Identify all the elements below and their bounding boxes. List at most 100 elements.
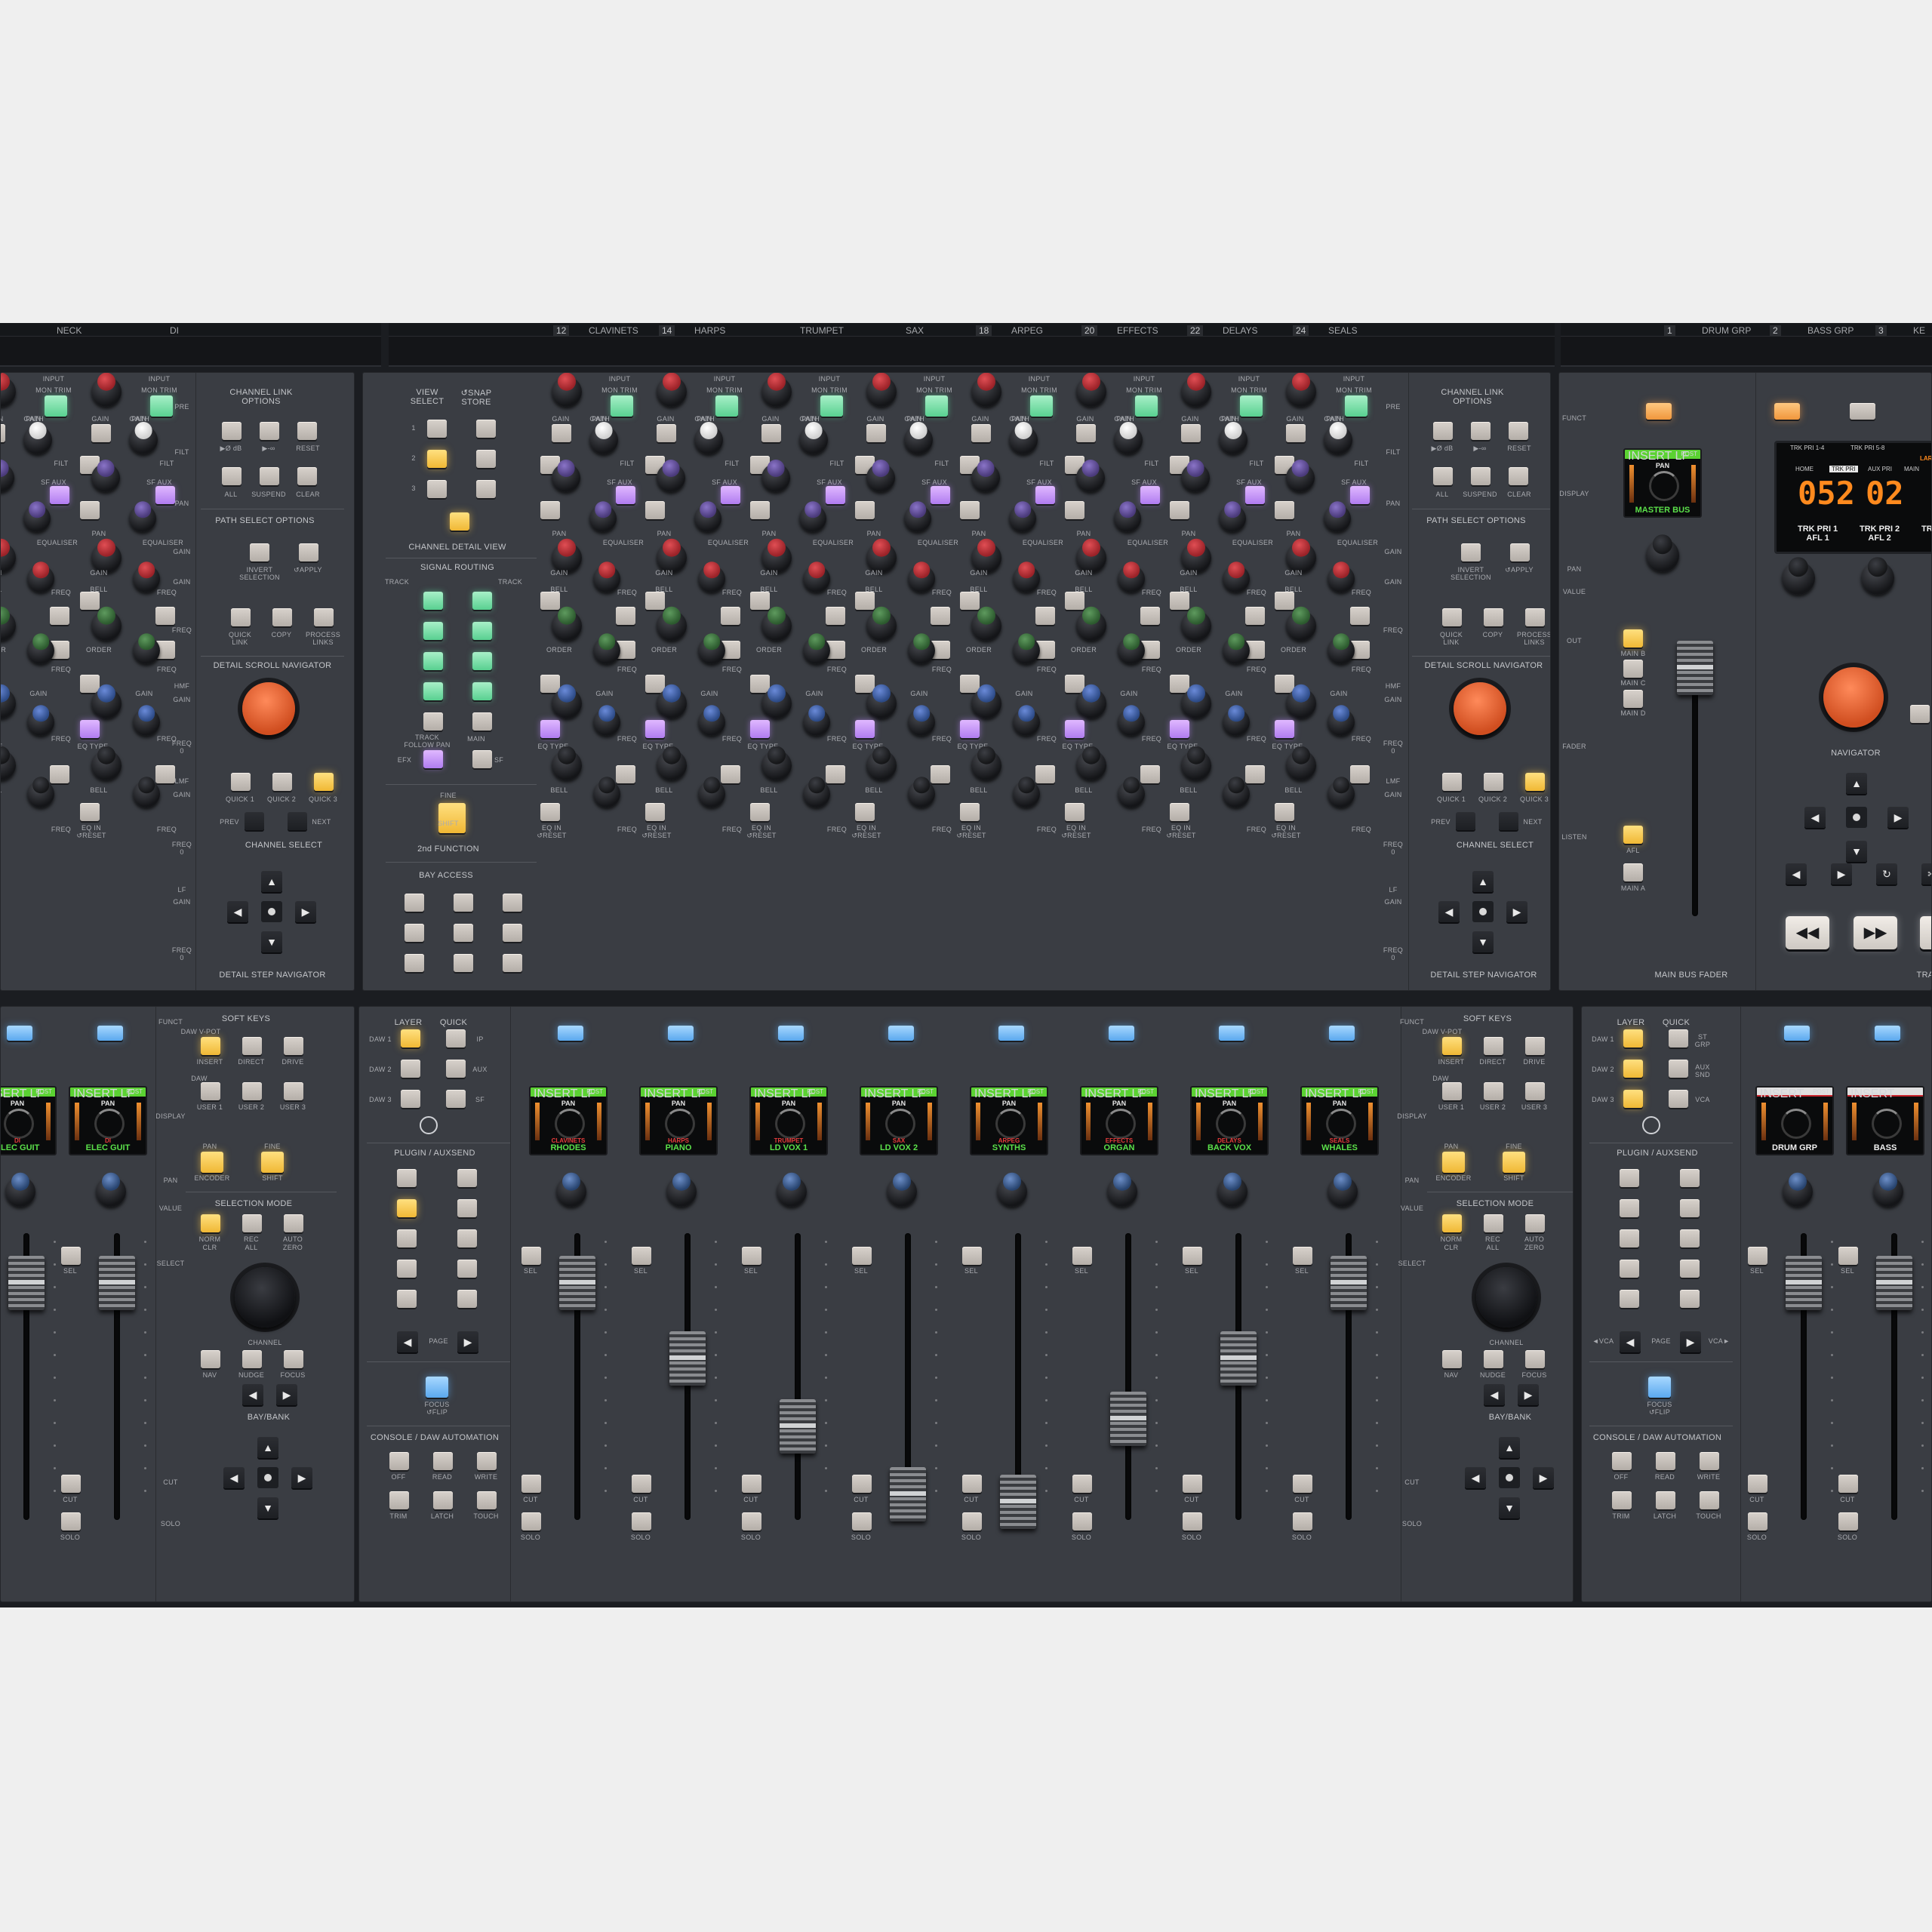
- lf-button[interactable]: [1140, 765, 1160, 783]
- right-arrow-icon[interactable]: ▶: [1506, 901, 1527, 922]
- bay-access-button-5[interactable]: [503, 924, 522, 942]
- hf-bell-button[interactable]: [540, 592, 560, 610]
- lf-gain-knob[interactable]: [1076, 750, 1106, 780]
- routing-track-button-2[interactable]: [423, 652, 443, 670]
- eq-in-button[interactable]: [1170, 803, 1189, 821]
- aux-on-button[interactable]: [750, 501, 770, 519]
- solo-button[interactable]: [962, 1512, 982, 1531]
- aux-on-button[interactable]: [80, 501, 100, 519]
- channel-link-button-1[interactable]: [260, 422, 279, 440]
- hf-bell-button[interactable]: [855, 592, 875, 610]
- channel-link-button-2[interactable]: [1509, 422, 1528, 440]
- plugin-button-5[interactable]: [397, 1229, 417, 1247]
- channel-link-button-0[interactable]: [222, 422, 242, 440]
- left-arrow-icon[interactable]: ◀: [227, 901, 248, 922]
- hf-gain-knob[interactable]: [91, 543, 122, 573]
- lf-gain-knob[interactable]: [866, 750, 897, 780]
- layer-daw3-button[interactable]: [1623, 1090, 1643, 1108]
- eq-button[interactable]: [616, 607, 635, 625]
- channel-funct-button[interactable]: [7, 1026, 32, 1041]
- pan-knob[interactable]: [1009, 505, 1036, 532]
- hf-freq-knob[interactable]: [593, 565, 620, 592]
- shift-button[interactable]: [438, 803, 466, 833]
- mon-trim-button[interactable]: [1345, 395, 1367, 417]
- mon-trim-button[interactable]: [1030, 395, 1053, 417]
- lf-button[interactable]: [155, 765, 175, 783]
- hmf-gain-knob[interactable]: [1, 611, 16, 641]
- prev-button[interactable]: [1456, 812, 1475, 830]
- link-option-button-1[interactable]: [260, 467, 279, 485]
- lf-button[interactable]: [1245, 765, 1265, 783]
- eq-type-button[interactable]: [645, 720, 665, 738]
- hmf-freq-knob[interactable]: [27, 637, 54, 664]
- cut-button[interactable]: [632, 1475, 651, 1493]
- lmf-gain-knob[interactable]: [657, 688, 687, 718]
- cut-button[interactable]: [1293, 1475, 1312, 1493]
- input-gain-knob[interactable]: [866, 377, 897, 407]
- eq-in-button[interactable]: [80, 803, 100, 821]
- aux-on-button[interactable]: [645, 501, 665, 519]
- hpf-knob[interactable]: [1114, 426, 1143, 454]
- detail-scroll-knob[interactable]: [242, 682, 295, 735]
- lf-gain-knob[interactable]: [761, 750, 792, 780]
- hf-gain-knob[interactable]: [1, 543, 16, 573]
- quick-daw3-button[interactable]: [446, 1090, 466, 1108]
- plugin-button-6[interactable]: [457, 1229, 477, 1247]
- lf-freq-knob[interactable]: [1327, 780, 1355, 808]
- view-select-button-3[interactable]: [427, 480, 447, 498]
- channel-encoder-knob[interactable]: [5, 1177, 35, 1207]
- channel-select-button[interactable]: [1838, 1247, 1858, 1265]
- channel-encoder-knob[interactable]: [666, 1177, 697, 1207]
- nudge-button[interactable]: [242, 1350, 262, 1368]
- channel-scroll-knob[interactable]: [235, 1267, 295, 1327]
- order-button[interactable]: [960, 675, 980, 693]
- mon-trim-button[interactable]: [1240, 395, 1263, 417]
- efx-button[interactable]: [423, 750, 443, 768]
- hmf-freq-knob[interactable]: [1327, 637, 1355, 664]
- hf-freq-knob[interactable]: [698, 565, 725, 592]
- pan-knob[interactable]: [799, 505, 826, 532]
- hpf-knob[interactable]: [799, 426, 828, 454]
- quick-button-2[interactable]: [1484, 773, 1503, 791]
- eq-button[interactable]: [1140, 607, 1160, 625]
- routing-track-button-3[interactable]: [423, 682, 443, 700]
- order-button[interactable]: [855, 675, 875, 693]
- user-key-1[interactable]: [1442, 1082, 1462, 1100]
- rewind-icon[interactable]: ◀◀: [1786, 916, 1829, 949]
- channel-select-button[interactable]: [742, 1247, 761, 1265]
- hmf-gain-knob[interactable]: [657, 611, 687, 641]
- automation-latch-button[interactable]: [1656, 1491, 1675, 1509]
- eq-type-button[interactable]: [80, 720, 100, 738]
- lf-freq-knob[interactable]: [908, 780, 935, 808]
- channel-select-button[interactable]: [852, 1247, 872, 1265]
- selection-auto-button[interactable]: [284, 1214, 303, 1232]
- hmf-freq-knob[interactable]: [803, 637, 830, 664]
- lf-button[interactable]: [1035, 765, 1055, 783]
- hf-freq-knob[interactable]: [803, 565, 830, 592]
- quick-daw2-button[interactable]: [446, 1060, 466, 1078]
- lf-gain-knob[interactable]: [1181, 750, 1211, 780]
- routing-track-button-r3[interactable]: [472, 682, 492, 700]
- input-gain-knob[interactable]: [1181, 377, 1211, 407]
- left-arrow-icon[interactable]: ◀: [1438, 901, 1460, 922]
- eq-in-button[interactable]: [645, 803, 665, 821]
- order-button[interactable]: [750, 675, 770, 693]
- up-arrow-icon[interactable]: ▲: [1472, 871, 1494, 892]
- user-key-2[interactable]: [1484, 1082, 1503, 1100]
- down-arrow-icon[interactable]: ▼: [261, 931, 282, 952]
- bank-down-arrow-icon[interactable]: ▼: [257, 1497, 278, 1518]
- solo-button[interactable]: [742, 1512, 761, 1531]
- hmf-gain-knob[interactable]: [91, 611, 122, 641]
- plugin-button-6[interactable]: [1680, 1229, 1700, 1247]
- sf-aux-knob[interactable]: [761, 463, 790, 492]
- main-button[interactable]: [472, 712, 492, 731]
- cut-button[interactable]: [61, 1475, 81, 1493]
- hf-freq-knob[interactable]: [133, 565, 160, 592]
- hmf-gain-knob[interactable]: [761, 611, 792, 641]
- quick-daw1-button[interactable]: [446, 1029, 466, 1048]
- lf-freq-knob[interactable]: [593, 780, 620, 808]
- channel-funct-button[interactable]: [998, 1026, 1024, 1041]
- plugin-button-9[interactable]: [1620, 1290, 1639, 1308]
- focus-flip-button[interactable]: [1648, 1377, 1671, 1398]
- hmf-freq-knob[interactable]: [908, 637, 935, 664]
